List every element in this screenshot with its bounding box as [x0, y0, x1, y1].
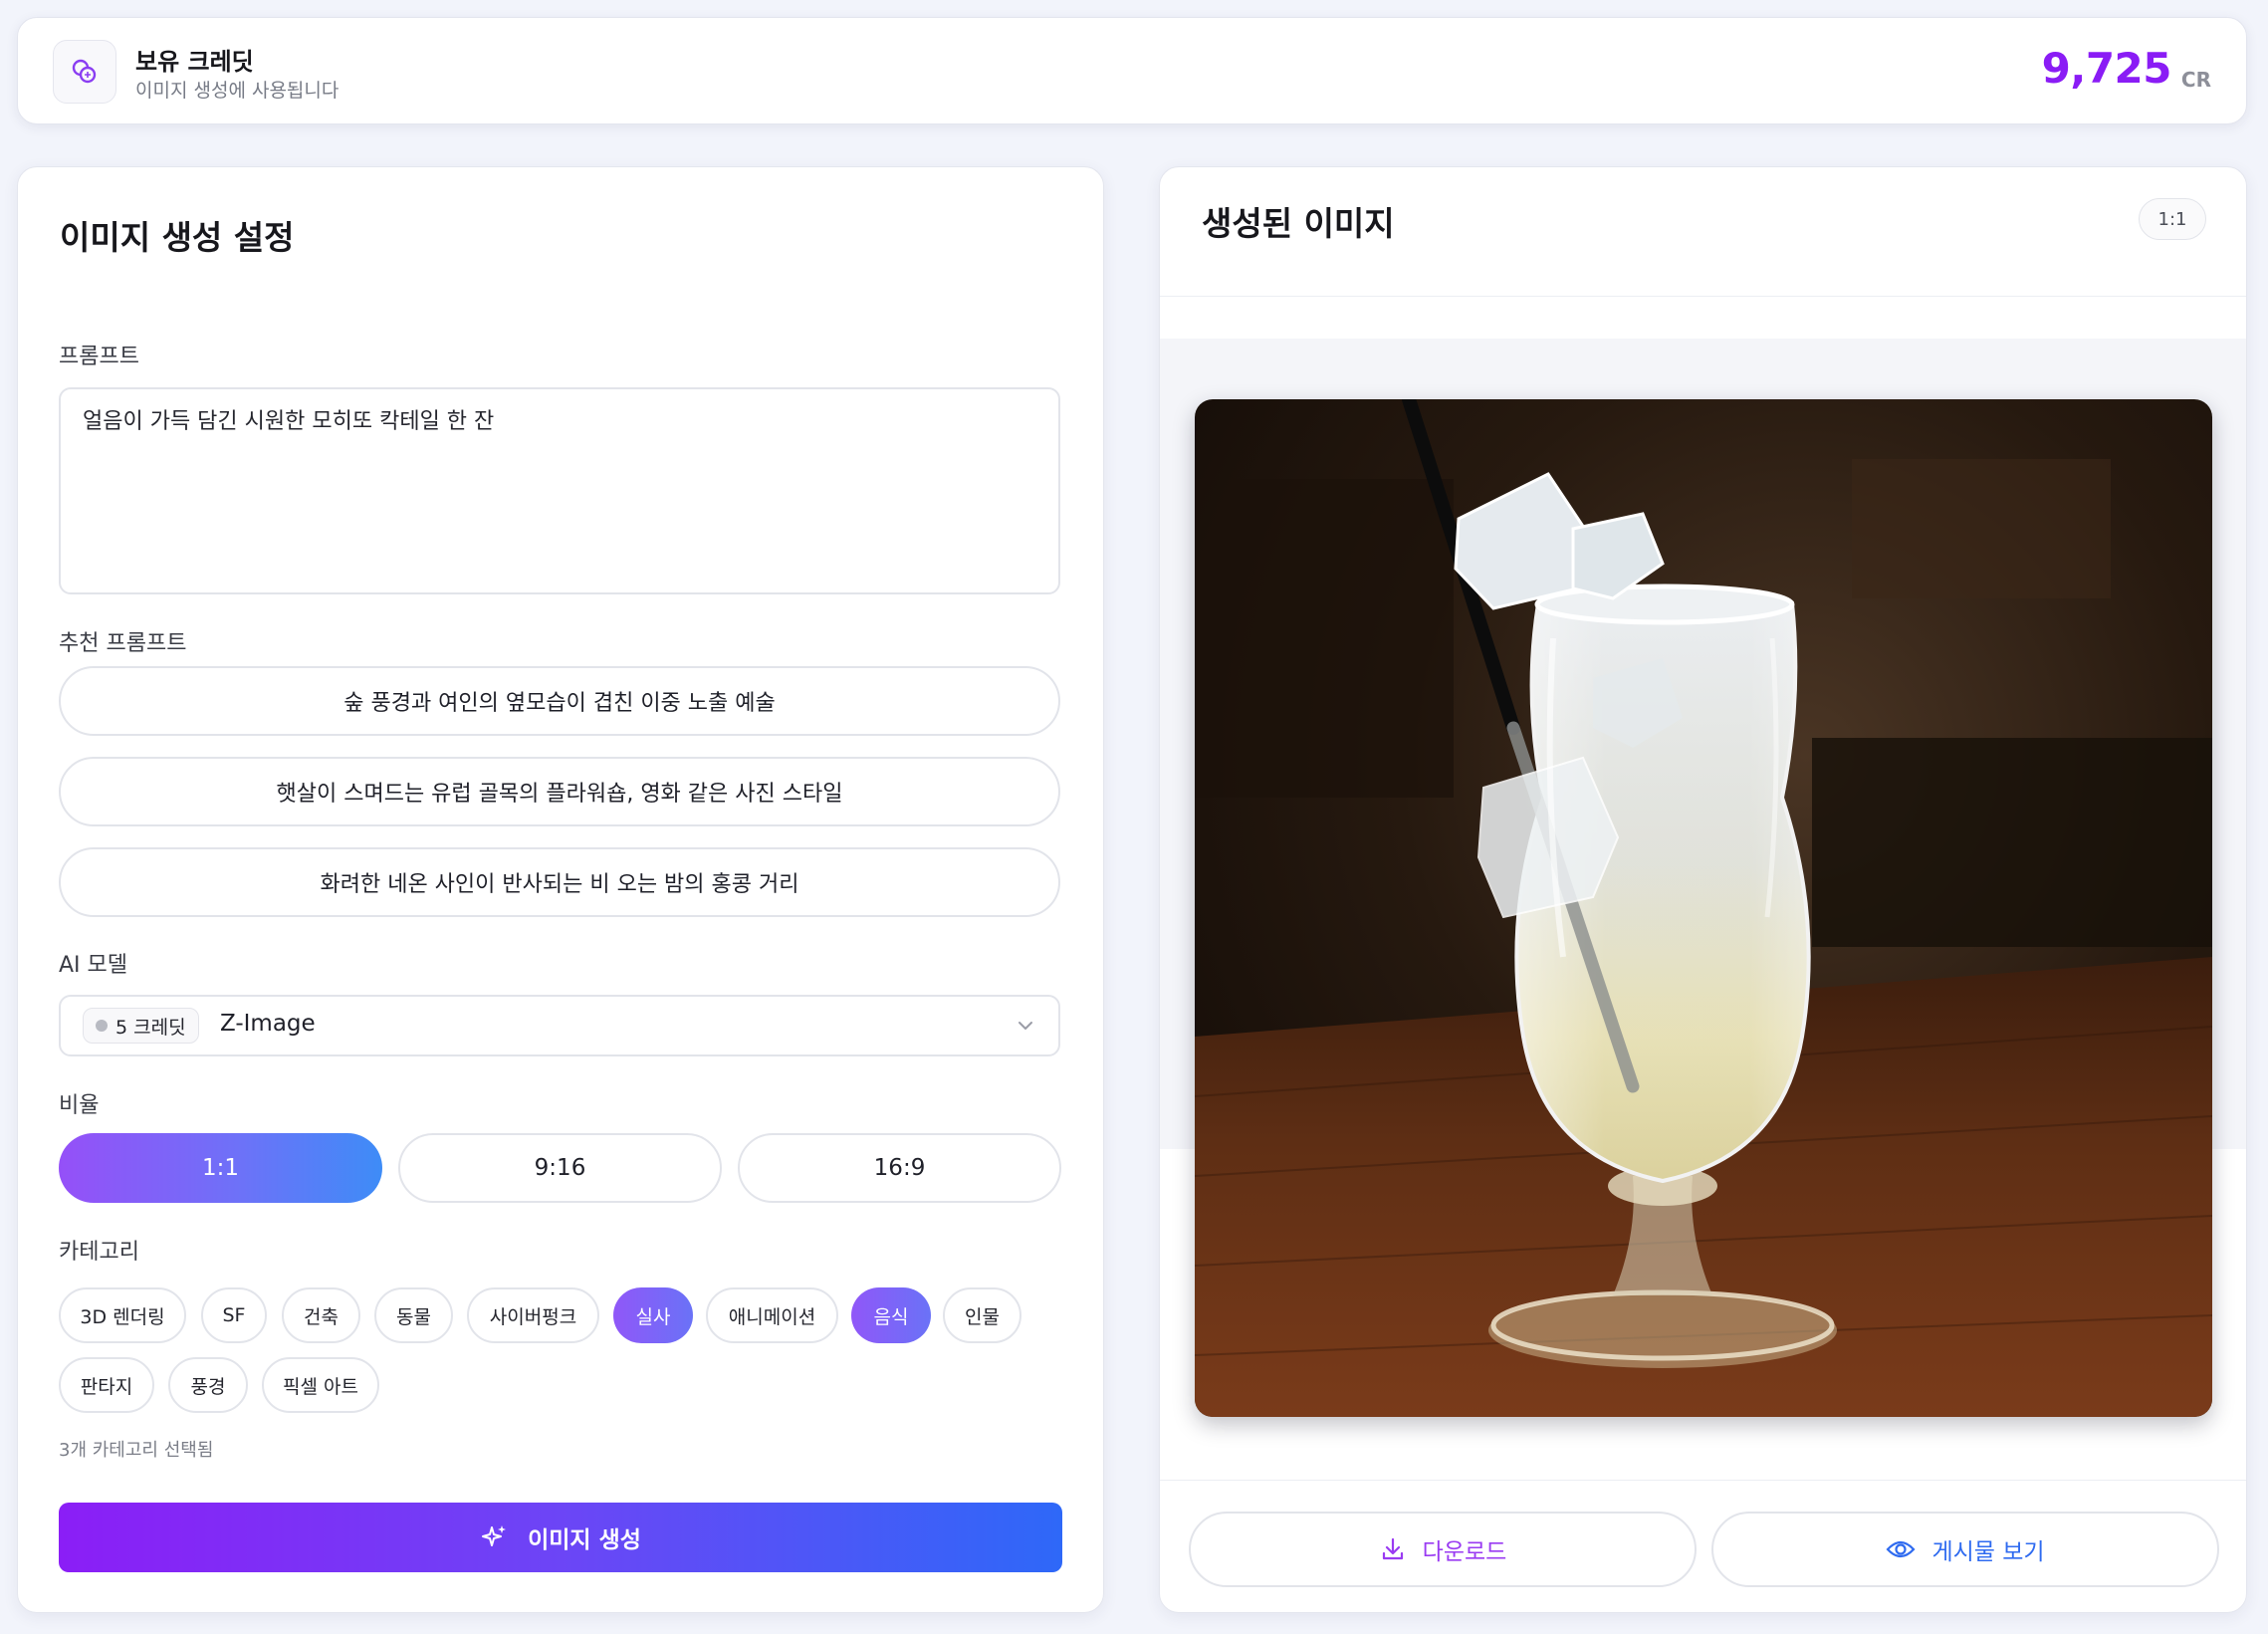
generated-image-panel: 생성된 이미지 1:1 다운로드 게시물 보기 — [1159, 166, 2247, 1613]
category-chip[interactable]: 사이버펑크 — [467, 1287, 599, 1343]
chevron-down-icon — [1019, 1022, 1032, 1030]
model-cost-label: 5 크레딧 — [115, 1016, 186, 1039]
ratio-tag: 1:1 — [2139, 198, 2206, 240]
category-chip-selected[interactable]: 실사 — [613, 1287, 693, 1343]
generation-settings-panel: 이미지 생성 설정 프롬프트 얼음이 가득 담긴 시원한 모히또 칵테일 한 잔… — [17, 166, 1104, 1613]
generate-image-button[interactable]: 이미지 생성 — [59, 1503, 1062, 1572]
download-label: 다운로드 — [1422, 1539, 1507, 1565]
view-post-button[interactable]: 게시물 보기 — [1711, 1512, 2219, 1587]
suggested-prompt[interactable]: 햇살이 스며드는 유럽 골목의 플라워숍, 영화 같은 사진 스타일 — [59, 757, 1060, 826]
category-chip[interactable]: 픽셀 아트 — [262, 1357, 379, 1413]
model-cost-badge: 5 크레딧 — [83, 1008, 199, 1044]
prompt-input[interactable]: 얼음이 가득 담긴 시원한 모히또 칵테일 한 잔 — [59, 387, 1060, 594]
download-button[interactable]: 다운로드 — [1189, 1512, 1697, 1587]
suggest-label: 추천 프롬프트 — [59, 631, 187, 656]
category-chip[interactable]: 3D 렌더링 — [59, 1287, 186, 1343]
credit-amount: 9,725 — [2041, 44, 2172, 93]
cocktail-photo — [1195, 399, 2212, 1417]
status-dot-icon — [96, 1020, 108, 1032]
suggested-prompt[interactable]: 화려한 네온 사인이 반사되는 비 오는 밤의 홍콩 거리 — [59, 847, 1060, 917]
suggested-prompt[interactable]: 숲 풍경과 여인의 옆모습이 겹친 이중 노출 예술 — [59, 666, 1060, 736]
category-chip[interactable]: 풍경 — [168, 1357, 248, 1413]
model-select[interactable]: 5 크레딧 Z-Image — [59, 995, 1060, 1056]
divider — [1160, 1480, 2246, 1481]
coins-icon — [53, 40, 116, 104]
model-label: AI 모델 — [59, 953, 128, 978]
ratio-option-9-16[interactable]: 9:16 — [398, 1133, 722, 1203]
credit-bar: 보유 크레딧 이미지 생성에 사용됩니다 9,725 CR — [17, 17, 2247, 124]
result-title: 생성된 이미지 — [1202, 204, 1395, 243]
ratio-label: 비율 — [59, 1093, 100, 1118]
sparkle-icon — [482, 1525, 507, 1546]
credit-title: 보유 크레딧 — [135, 48, 254, 76]
eye-icon — [1886, 1540, 1916, 1558]
model-name: Z-Image — [220, 1011, 316, 1037]
category-chip[interactable]: 건축 — [282, 1287, 360, 1343]
divider — [1160, 296, 2246, 297]
prompt-label: 프롬프트 — [59, 345, 139, 369]
view-post-label: 게시물 보기 — [1931, 1539, 2045, 1565]
ratio-option-16-9[interactable]: 16:9 — [738, 1133, 1061, 1203]
category-chip[interactable]: 동물 — [374, 1287, 453, 1343]
category-chip[interactable]: 인물 — [943, 1287, 1021, 1343]
settings-title: 이미지 생성 설정 — [60, 218, 295, 257]
generate-label: 이미지 생성 — [528, 1527, 641, 1553]
category-chip[interactable]: SF — [201, 1287, 267, 1343]
category-label: 카테고리 — [59, 1240, 139, 1265]
generated-image[interactable] — [1195, 399, 2212, 1417]
category-chip-selected[interactable]: 음식 — [851, 1287, 931, 1343]
selected-category-count: 3개 카테고리 선택됨 — [59, 1440, 214, 1461]
credit-unit: CR — [2180, 68, 2211, 92]
category-chip[interactable]: 애니메이션 — [706, 1287, 838, 1343]
credit-subtitle: 이미지 생성에 사용됩니다 — [135, 80, 340, 102]
ratio-option-1-1[interactable]: 1:1 — [59, 1133, 382, 1203]
download-icon — [1382, 1537, 1403, 1560]
category-chip[interactable]: 판타지 — [59, 1357, 154, 1413]
